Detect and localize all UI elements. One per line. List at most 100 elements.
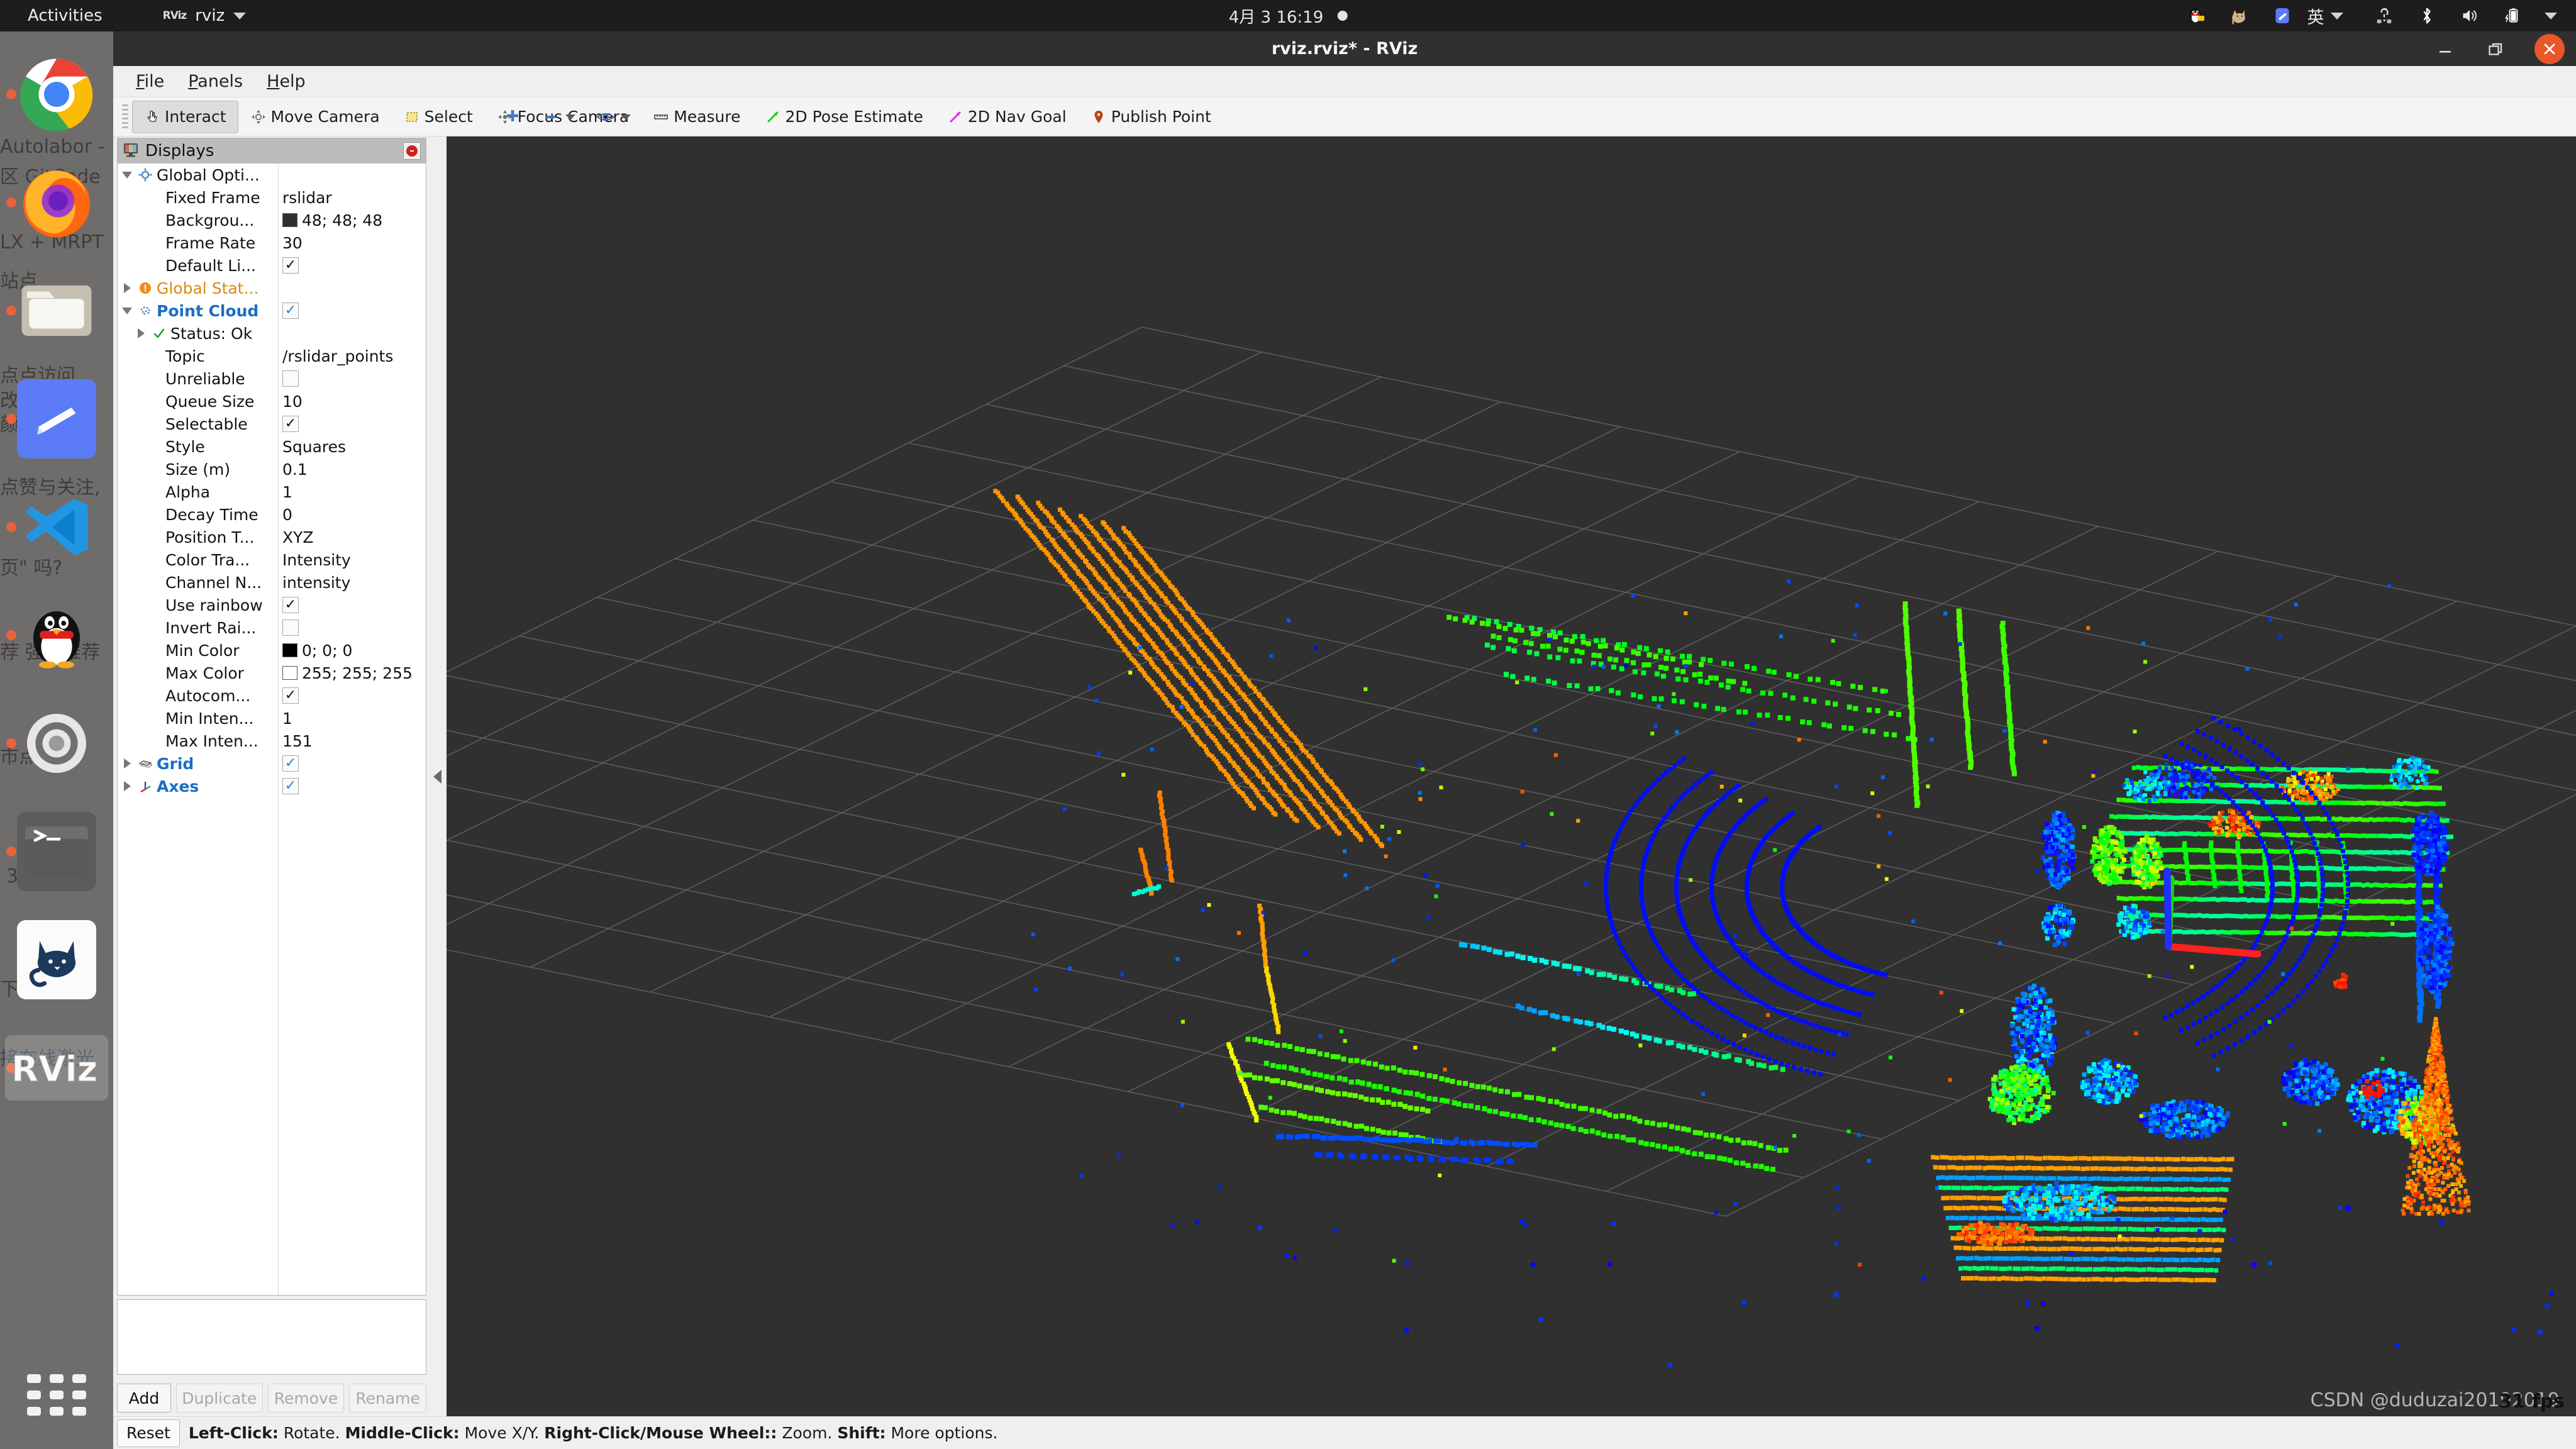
property-checkbox[interactable]: ✓ (282, 416, 299, 432)
property-value[interactable]: ✓ (282, 416, 299, 432)
render-view-3d[interactable]: CSDN @duduzai20192019 31 fps (447, 136, 2576, 1416)
dock-item-settings[interactable] (0, 689, 113, 797)
property-checkbox[interactable] (282, 619, 299, 636)
app-menu-button[interactable]: RViz rviz (163, 6, 247, 25)
property-row[interactable]: Max Color 255; 255; 255 (118, 662, 426, 684)
property-row[interactable]: Min Color 0; 0; 0 (118, 639, 426, 662)
dock-item-chrome[interactable] (0, 40, 113, 148)
property-value[interactable]: /rslidar_points (282, 347, 393, 365)
property-row[interactable]: Unreliable (118, 367, 426, 390)
property-value[interactable]: Intensity (282, 551, 351, 569)
menu-help[interactable]: Help (258, 69, 314, 94)
dock-item-vscode[interactable] (0, 473, 113, 581)
tool-move-camera[interactable]: Move Camera (238, 101, 392, 133)
property-row[interactable]: Point Cloud ✓ (118, 299, 426, 322)
twisty-collapsed-icon[interactable] (120, 283, 134, 293)
property-value[interactable]: 0.1 (282, 460, 308, 479)
menu-file[interactable]: File (127, 69, 173, 94)
property-row[interactable]: Frame Rate 30 (118, 231, 426, 254)
dock-item-qq[interactable] (0, 581, 113, 689)
tool-interact[interactable]: Interact (132, 100, 238, 133)
property-row[interactable]: Position T... XYZ (118, 526, 426, 548)
property-value[interactable]: ✓ (282, 778, 299, 794)
window-titlebar[interactable]: rviz.rviz* - RViz (113, 31, 2576, 66)
tool-visibility-button[interactable] (596, 109, 633, 125)
system-menu-caret-icon[interactable] (2545, 12, 2557, 19)
property-row[interactable]: Use rainbow ✓ (118, 594, 426, 616)
property-value[interactable]: 1 (282, 483, 292, 501)
property-value[interactable]: ✓ (282, 257, 299, 274)
color-swatch[interactable] (282, 643, 297, 657)
ubuntu-dock[interactable]: RViz (0, 31, 113, 1449)
input-method-icon[interactable]: 英 (2307, 5, 2343, 28)
property-value[interactable]: 255; 255; 255 (282, 664, 413, 682)
cat-app-icon[interactable] (2229, 5, 2250, 26)
reset-button[interactable]: Reset (117, 1419, 180, 1447)
property-value[interactable]: ✓ (282, 755, 299, 772)
property-row[interactable]: Style Squares (118, 435, 426, 458)
dock-item-terminal[interactable] (0, 797, 113, 906)
property-value[interactable]: 1 (282, 709, 292, 728)
dock-item-text-editor[interactable] (0, 365, 113, 473)
property-checkbox[interactable]: ✓ (282, 687, 299, 704)
tool-select[interactable]: Select (392, 101, 485, 133)
activities-button[interactable]: Activities (28, 6, 103, 25)
dock-item-rviz[interactable]: RViz (0, 1014, 113, 1122)
property-value[interactable] (282, 619, 299, 636)
property-row[interactable]: Max Inten... 151 (118, 730, 426, 752)
twisty-expanded-icon[interactable] (120, 307, 134, 314)
tool-measure[interactable]: Measure (641, 101, 752, 133)
property-checkbox[interactable]: ✓ (282, 778, 299, 794)
tool-2d-nav-goal[interactable]: 2D Nav Goal (935, 101, 1079, 133)
property-row[interactable]: Invert Rai... (118, 616, 426, 639)
twisty-expanded-icon[interactable] (120, 171, 134, 179)
property-value[interactable]: Squares (282, 438, 346, 456)
property-row[interactable]: Fixed Frame rslidar (118, 186, 426, 209)
color-swatch[interactable] (282, 666, 297, 680)
property-checkbox[interactable] (282, 370, 299, 387)
property-row[interactable]: Channel N... intensity (118, 571, 426, 594)
property-value[interactable]: XYZ (282, 528, 314, 547)
property-row[interactable]: Global Stat... (118, 277, 426, 299)
property-row[interactable]: Backgrou... 48; 48; 48 (118, 209, 426, 231)
add-tool-button[interactable] (503, 106, 522, 128)
property-value[interactable]: 48; 48; 48 (282, 211, 382, 230)
twisty-collapsed-icon[interactable] (120, 758, 134, 769)
property-row[interactable]: Selectable ✓ (118, 413, 426, 435)
property-value[interactable]: 10 (282, 392, 303, 411)
battery-icon[interactable] (2502, 5, 2523, 26)
clock-button[interactable]: 4月 3 16:19 (1229, 4, 1348, 28)
note-icon[interactable] (2272, 5, 2293, 26)
property-row[interactable]: Global Opti... (118, 164, 426, 186)
dock-item-firefox[interactable] (0, 148, 113, 257)
property-row[interactable]: Color Tra... Intensity (118, 548, 426, 571)
property-row[interactable]: Alpha 1 (118, 480, 426, 503)
property-checkbox[interactable]: ✓ (282, 303, 299, 319)
dock-item-gitkraken[interactable] (0, 906, 113, 1014)
property-value[interactable] (282, 370, 299, 387)
twisty-collapsed-icon[interactable] (120, 781, 134, 791)
panel-close-icon[interactable] (403, 142, 421, 160)
property-value[interactable]: ✓ (282, 303, 299, 319)
property-value[interactable]: 30 (282, 234, 303, 252)
panel-splitter[interactable] (428, 136, 447, 1416)
property-row[interactable]: Axes ✓ (118, 775, 426, 797)
property-row[interactable]: Grid ✓ (118, 752, 426, 775)
property-row[interactable]: Size (m) 0.1 (118, 458, 426, 480)
color-swatch[interactable] (282, 213, 297, 227)
tool-publish-point[interactable]: Publish Point (1079, 101, 1223, 133)
qq-icon[interactable] (2186, 5, 2207, 26)
property-row[interactable]: Default Li... ✓ (118, 254, 426, 277)
property-value[interactable]: 0; 0; 0 (282, 641, 352, 660)
property-row[interactable]: Queue Size 10 (118, 390, 426, 413)
maximize-button[interactable] (2484, 38, 2507, 60)
property-row[interactable]: Topic/rslidar_points (118, 345, 426, 367)
volume-icon[interactable] (2459, 5, 2480, 26)
show-applications-button[interactable] (0, 1357, 113, 1433)
add-display-button[interactable]: Add (117, 1384, 171, 1413)
minimize-button[interactable] (2434, 38, 2457, 60)
collapse-panel-icon[interactable] (433, 769, 441, 784)
property-row[interactable]: Decay Time 0 (118, 503, 426, 526)
property-row[interactable]: Autocom... ✓ (118, 684, 426, 707)
property-row[interactable]: Min Inten... 1 (118, 707, 426, 730)
